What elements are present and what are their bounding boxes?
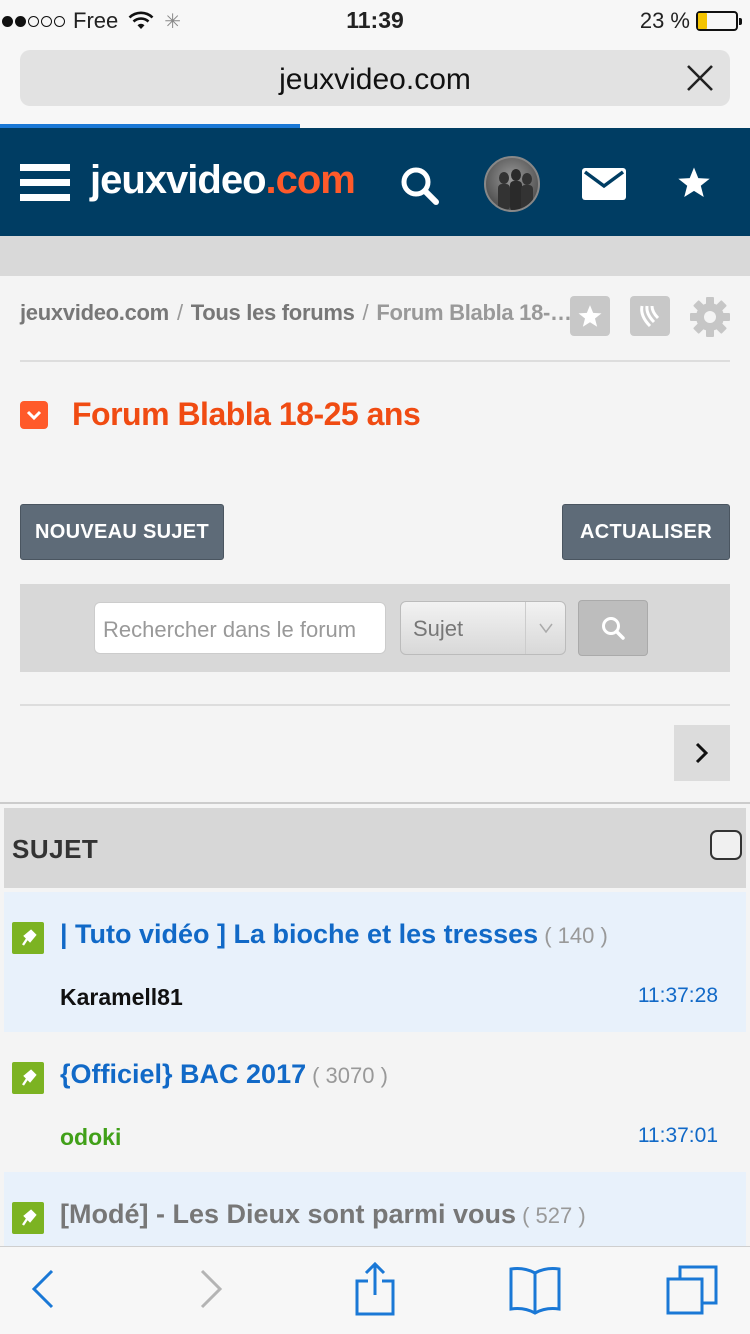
next-page-button[interactable] [674,725,730,781]
pin-icon [12,1202,44,1234]
topic-title-text[interactable]: {Officiel} BAC 2017 [60,1059,306,1089]
close-icon[interactable] [684,62,716,94]
user-avatar[interactable] [484,156,540,212]
breadcrumb-item-home[interactable]: jeuxvideo.com [20,300,169,325]
search-icon [602,617,625,640]
header-divider-band [0,236,750,276]
select-all-checkbox[interactable] [710,830,742,860]
topic-title[interactable]: {Officiel} BAC 2017( 3070 ) [60,1059,388,1090]
forum-notifications-button[interactable] [630,296,670,336]
new-topic-button[interactable]: NOUVEAU SUJET [20,504,224,560]
search-scope-select[interactable]: Sujet [400,601,566,655]
topic-row[interactable]: | Tuto vidéo ] La bioche et les tresses(… [4,892,746,1032]
topic-title-text[interactable]: | Tuto vidéo ] La bioche et les tresses [60,919,538,949]
topic-reply-count: ( 3070 ) [312,1063,388,1088]
divider [0,802,750,804]
address-bar[interactable]: jeuxvideo.com [20,50,730,106]
site-header: jeuxvideo.com [0,128,750,236]
topic-reply-count: ( 140 ) [544,923,608,948]
battery-percent: 23 % [639,8,690,33]
chevron-right-icon [695,742,709,764]
chevron-right-icon[interactable] [196,1267,226,1311]
tabs-icon[interactable] [666,1265,718,1317]
logo-domain: .com [265,158,356,202]
topic-column-label: SUJET [12,834,99,864]
logo-text: jeuxvideo [90,158,267,202]
forum-title-row: Forum Blabla 18-25 ans [20,396,421,433]
topic-reply-count: ( 527 ) [522,1203,586,1228]
book-icon[interactable] [508,1265,562,1315]
status-bar: Free ✳ 11:39 23 % [0,0,750,40]
divider [20,360,730,362]
topic-author[interactable]: odoki [60,1124,121,1151]
breadcrumb-separator: / [176,300,183,325]
divider [20,704,730,706]
mail-icon[interactable] [582,168,626,200]
share-icon[interactable] [354,1261,396,1317]
breadcrumb-item-current: Forum Blabla 18-… [376,300,572,325]
topic-title-text[interactable]: [Modé] - Les Dieux sont parmi vous [60,1199,516,1229]
search-input[interactable]: Rechercher dans le forum [94,602,386,654]
favorite-forum-button[interactable] [570,296,610,336]
topic-last-post-time[interactable]: 11:37:01 [638,1124,718,1148]
forum-title: Forum Blabla 18-25 ans [72,396,421,432]
pin-icon [12,1062,44,1094]
chevron-down-icon[interactable] [20,400,48,429]
refresh-button[interactable]: ACTUALISER [562,504,730,560]
forum-search-bar: Rechercher dans le forum Sujet [20,584,730,672]
topic-last-post-time[interactable]: 11:37:28 [638,984,718,1008]
hamburger-icon[interactable] [20,164,70,206]
site-logo[interactable]: jeuxvideo.com [90,158,356,203]
signal-icon [640,305,660,328]
topic-row[interactable]: {Officiel} BAC 2017( 3070 ) odoki 11:37:… [4,1032,746,1172]
search-submit-button[interactable] [578,600,648,656]
star-icon [578,304,602,327]
topic-author[interactable]: Karamell81 [60,984,183,1011]
browser-toolbar [0,1246,750,1334]
chevron-left-icon[interactable] [28,1267,58,1311]
breadcrumb-separator: / [362,300,369,325]
url-text[interactable]: jeuxvideo.com [20,63,730,97]
breadcrumb: jeuxvideo.com / Tous les forums / Forum Blab… [20,300,572,326]
chevron-down-icon [525,602,565,654]
battery-level [698,13,707,29]
topic-title[interactable]: [Modé] - Les Dieux sont parmi vous( 527 … [60,1199,586,1230]
browser-address-area: jeuxvideo.com [0,40,750,128]
topic-title[interactable]: | Tuto vidéo ] La bioche et les tresses(… [60,919,608,950]
clock: 11:39 [346,7,404,33]
topic-table-header: SUJET [4,808,746,888]
pin-icon [12,922,44,954]
breadcrumb-item-all-forums[interactable]: Tous les forums [191,300,355,325]
search-icon[interactable] [398,164,442,208]
gear-icon[interactable] [689,296,731,338]
search-scope-value: Sujet [413,616,464,641]
star-icon[interactable] [676,166,712,200]
battery-icon [696,11,742,31]
